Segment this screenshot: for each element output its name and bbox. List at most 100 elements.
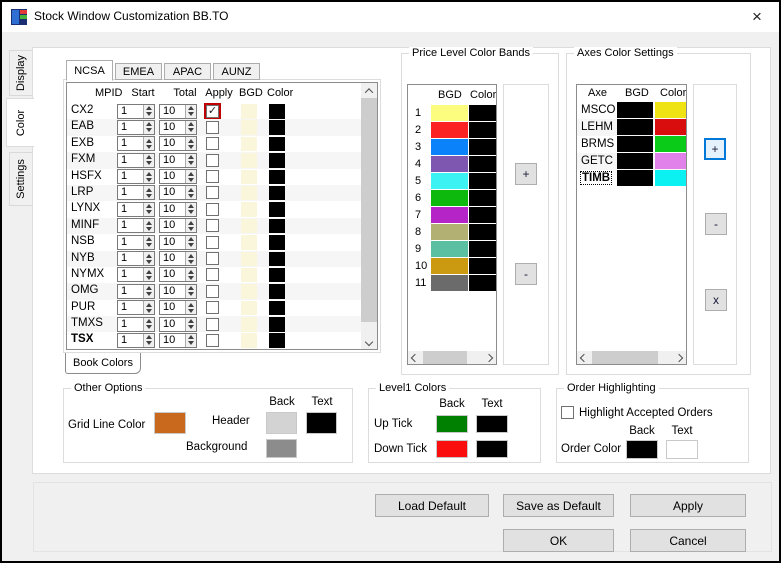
up-tick-back-swatch[interactable]: [436, 415, 468, 433]
apply-button[interactable]: Apply: [630, 494, 746, 517]
total-spinner[interactable]: 10: [159, 332, 197, 348]
spin-down-icon[interactable]: [146, 128, 152, 133]
start-spinner[interactable]: 1: [117, 251, 155, 267]
spin-down-icon[interactable]: [188, 308, 194, 313]
spin-up-icon[interactable]: [146, 204, 152, 209]
spin-up-icon[interactable]: [188, 155, 194, 160]
apply-checkbox[interactable]: [206, 137, 219, 151]
spin-down-icon[interactable]: [146, 144, 152, 149]
spin-down-icon[interactable]: [188, 292, 194, 297]
start-spinner[interactable]: 1: [117, 283, 155, 299]
side-tab-settings[interactable]: Settings: [9, 152, 33, 206]
book-tab-ncsa[interactable]: NCSA: [66, 60, 113, 81]
spinner-arrows-icon[interactable]: [143, 284, 154, 298]
spin-up-icon[interactable]: [188, 286, 194, 291]
total-spinner[interactable]: 10: [159, 251, 197, 267]
color-swatch[interactable]: [469, 275, 496, 291]
color-swatch[interactable]: [655, 170, 686, 186]
spin-up-icon[interactable]: [188, 204, 194, 209]
axes-horizontal-scrollbar[interactable]: [577, 351, 686, 364]
spinner-arrows-icon[interactable]: [143, 153, 154, 167]
apply-checkbox[interactable]: [206, 252, 219, 266]
header-back-swatch[interactable]: [266, 412, 297, 434]
spin-down-icon[interactable]: [146, 161, 152, 166]
color-swatch[interactable]: [469, 258, 496, 274]
spin-up-icon[interactable]: [188, 220, 194, 225]
start-spinner[interactable]: 1: [117, 234, 155, 250]
spin-down-icon[interactable]: [188, 193, 194, 198]
spin-up-icon[interactable]: [188, 302, 194, 307]
bgd-swatch[interactable]: [241, 333, 257, 348]
scroll-right-icon[interactable]: [672, 351, 686, 364]
spin-down-icon[interactable]: [188, 161, 194, 166]
cancel-button[interactable]: Cancel: [630, 529, 746, 552]
bgd-swatch[interactable]: [431, 241, 468, 257]
scrollbar-thumb[interactable]: [592, 351, 658, 364]
color-swatch[interactable]: [469, 224, 496, 240]
total-spinner[interactable]: 10: [159, 300, 197, 316]
total-spinner[interactable]: 10: [159, 283, 197, 299]
close-icon[interactable]: ×: [747, 7, 767, 27]
remove-band-button[interactable]: -: [515, 263, 537, 285]
start-spinner[interactable]: 1: [117, 169, 155, 185]
spin-up-icon[interactable]: [146, 138, 152, 143]
bgd-swatch[interactable]: [431, 275, 468, 291]
grid-line-color-swatch[interactable]: [154, 412, 186, 434]
spin-down-icon[interactable]: [188, 243, 194, 248]
spin-up-icon[interactable]: [188, 187, 194, 192]
spinner-arrows-icon[interactable]: [143, 301, 154, 315]
spinner-arrows-icon[interactable]: [185, 219, 196, 233]
total-spinner[interactable]: 10: [159, 103, 197, 119]
ok-button[interactable]: OK: [503, 529, 614, 552]
bgd-swatch[interactable]: [241, 120, 257, 135]
spin-down-icon[interactable]: [188, 341, 194, 346]
order-back-swatch[interactable]: [626, 440, 658, 459]
bgd-swatch[interactable]: [241, 300, 257, 316]
spin-down-icon[interactable]: [188, 259, 194, 264]
total-spinner[interactable]: 10: [159, 316, 197, 332]
color-swatch[interactable]: [269, 153, 285, 168]
spin-up-icon[interactable]: [188, 253, 194, 258]
remove-axe-button[interactable]: -: [705, 213, 727, 235]
bgd-swatch[interactable]: [431, 190, 468, 206]
color-swatch[interactable]: [655, 153, 686, 169]
book-tab-apac[interactable]: APAC: [164, 63, 211, 80]
bgd-swatch[interactable]: [241, 136, 257, 152]
spinner-arrows-icon[interactable]: [143, 235, 154, 249]
spin-down-icon[interactable]: [146, 226, 152, 231]
spinner-arrows-icon[interactable]: [185, 268, 196, 282]
spinner-arrows-icon[interactable]: [143, 170, 154, 184]
color-swatch[interactable]: [655, 136, 686, 152]
save-as-default-button[interactable]: Save as Default: [503, 494, 614, 517]
bgd-swatch[interactable]: [617, 136, 653, 152]
bgd-swatch[interactable]: [241, 169, 257, 185]
start-spinner[interactable]: 1: [117, 152, 155, 168]
bgd-swatch[interactable]: [241, 202, 257, 217]
bgd-swatch[interactable]: [431, 173, 468, 189]
total-spinner[interactable]: 10: [159, 218, 197, 234]
spin-down-icon[interactable]: [146, 112, 152, 116]
spin-up-icon[interactable]: [146, 220, 152, 225]
spin-up-icon[interactable]: [188, 269, 194, 274]
apply-checkbox[interactable]: [206, 219, 219, 233]
color-swatch[interactable]: [269, 185, 285, 201]
color-swatch[interactable]: [269, 300, 285, 316]
apply-checkbox[interactable]: [206, 186, 219, 200]
spin-up-icon[interactable]: [188, 335, 194, 340]
spin-down-icon[interactable]: [188, 112, 194, 116]
bgd-swatch[interactable]: [241, 218, 257, 234]
add-axe-button[interactable]: +: [704, 138, 726, 160]
color-swatch[interactable]: [269, 169, 285, 185]
spinner-arrows-icon[interactable]: [185, 317, 196, 331]
spin-down-icon[interactable]: [146, 275, 152, 280]
spin-down-icon[interactable]: [146, 325, 152, 330]
spin-up-icon[interactable]: [146, 155, 152, 160]
apply-checkbox[interactable]: [206, 153, 219, 167]
color-swatch[interactable]: [469, 190, 496, 206]
total-spinner[interactable]: 10: [159, 185, 197, 201]
start-spinner[interactable]: 1: [117, 103, 155, 119]
spinner-arrows-icon[interactable]: [185, 120, 196, 134]
start-spinner[interactable]: 1: [117, 201, 155, 217]
color-swatch[interactable]: [269, 235, 285, 250]
spinner-arrows-icon[interactable]: [185, 153, 196, 167]
